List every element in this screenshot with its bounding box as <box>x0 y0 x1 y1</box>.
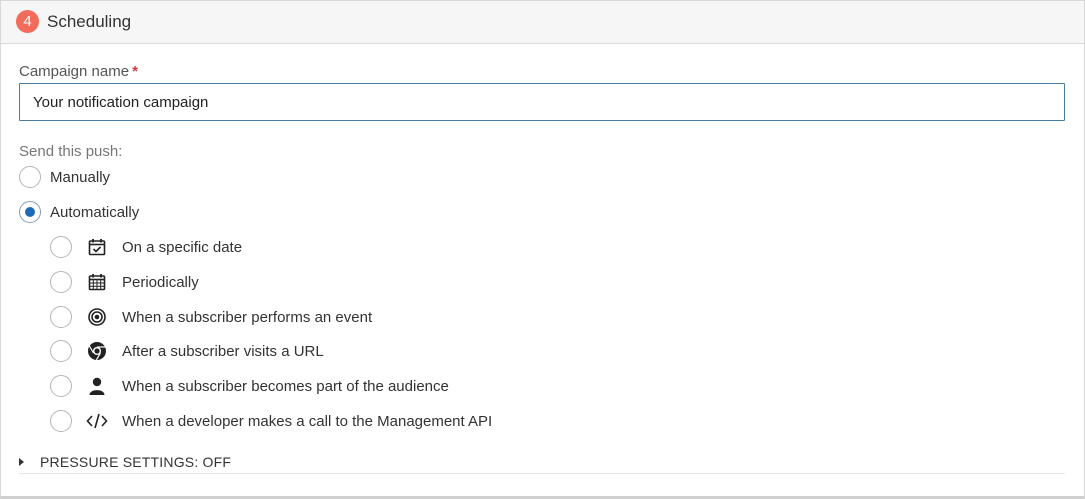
radio-subscriber-event[interactable]: When a subscriber performs an event <box>50 305 372 329</box>
radio-visits-url-control[interactable] <box>50 340 72 362</box>
radio-specific-date-label: On a specific date <box>122 238 243 256</box>
campaign-name-label-text: Campaign name <box>19 63 130 80</box>
radio-part-of-audience-label: When a subscriber becomes part of the au… <box>122 377 449 395</box>
radio-subscriber-event-control[interactable] <box>50 306 72 328</box>
radio-specific-date-control[interactable] <box>50 236 72 258</box>
radio-visits-url[interactable]: After a subscriber visits a URL <box>50 339 324 363</box>
radio-management-api-label: When a developer makes a call to the Man… <box>122 412 493 430</box>
panel-title: Scheduling <box>47 12 132 31</box>
campaign-name-input[interactable] <box>19 83 1065 121</box>
pressure-settings-toggle[interactable]: PRESSURE SETTINGS: OFF <box>19 454 231 470</box>
panel-header: 4 Scheduling <box>1 1 1084 44</box>
divider <box>19 473 1065 474</box>
required-mark: * <box>132 63 138 80</box>
chrome-icon <box>86 340 108 362</box>
radio-automatically-control[interactable] <box>19 201 41 223</box>
calendar-check-icon <box>86 236 108 258</box>
radio-part-of-audience[interactable]: When a subscriber becomes part of the au… <box>50 374 449 398</box>
radio-periodically-label: Periodically <box>122 273 199 291</box>
radio-manually-label: Manually <box>50 168 111 186</box>
radio-manually[interactable]: Manually <box>19 165 110 189</box>
step-number-badge: 4 <box>16 10 39 33</box>
target-icon <box>86 306 108 328</box>
campaign-name-label: Campaign name * <box>19 63 138 80</box>
radio-periodically-control[interactable] <box>50 271 72 293</box>
pressure-settings-label: PRESSURE SETTINGS: OFF <box>40 454 232 470</box>
send-push-label: Send this push: <box>19 143 123 160</box>
user-icon <box>86 375 108 397</box>
radio-automatically[interactable]: Automatically <box>19 200 139 224</box>
radio-management-api-control[interactable] <box>50 410 72 432</box>
radio-specific-date[interactable]: On a specific date <box>50 235 242 259</box>
code-icon <box>86 410 108 432</box>
calendar-grid-icon <box>86 271 108 293</box>
radio-automatically-label: Automatically <box>50 203 140 221</box>
scheduling-panel: 4 Scheduling Campaign name* Send this pu… <box>0 0 1085 499</box>
radio-subscriber-event-label: When a subscriber performs an event <box>122 308 373 326</box>
radio-visits-url-label: After a subscriber visits a URL <box>122 342 324 360</box>
radio-management-api[interactable]: When a developer makes a call to the Man… <box>50 409 492 433</box>
caret-right-icon <box>19 458 24 466</box>
radio-manually-control[interactable] <box>19 166 41 188</box>
radio-part-of-audience-control[interactable] <box>50 375 72 397</box>
radio-periodically[interactable]: Periodically <box>50 270 199 294</box>
